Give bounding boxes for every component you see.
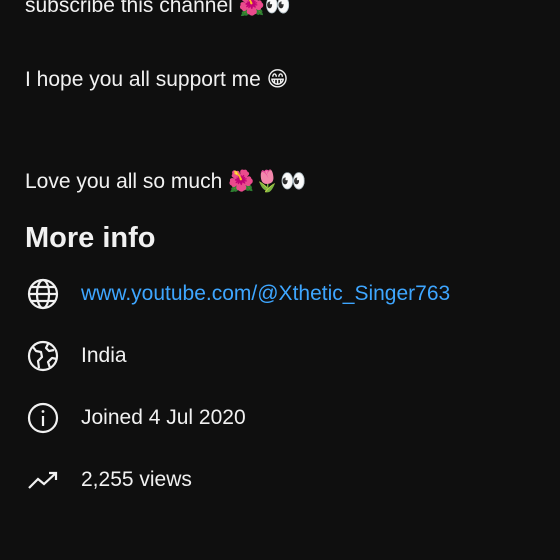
joined-date-text: Joined 4 Jul 2020 bbox=[81, 406, 246, 429]
views-row: 2,255 views bbox=[26, 462, 546, 498]
views-count-text: 2,255 views bbox=[81, 468, 192, 491]
globe-icon bbox=[26, 277, 60, 311]
description-line: subscribe this channel 🌺👀 bbox=[25, 0, 291, 17]
more-info-title: More info bbox=[25, 222, 156, 254]
earth-location-icon bbox=[26, 339, 60, 373]
trending-icon bbox=[26, 463, 60, 497]
country-text: India bbox=[81, 344, 127, 367]
joined-row: Joined 4 Jul 2020 bbox=[26, 400, 546, 436]
info-icon bbox=[26, 401, 60, 435]
description-line: Love you all so much 🌺🌷👀 bbox=[25, 170, 307, 193]
channel-link-row[interactable]: www.youtube.com/@Xthetic_Singer763 bbox=[26, 276, 546, 312]
country-row: India bbox=[26, 338, 546, 374]
channel-link[interactable]: www.youtube.com/@Xthetic_Singer763 bbox=[81, 281, 450, 307]
description-line: I hope you all support me 😁 bbox=[25, 68, 289, 91]
